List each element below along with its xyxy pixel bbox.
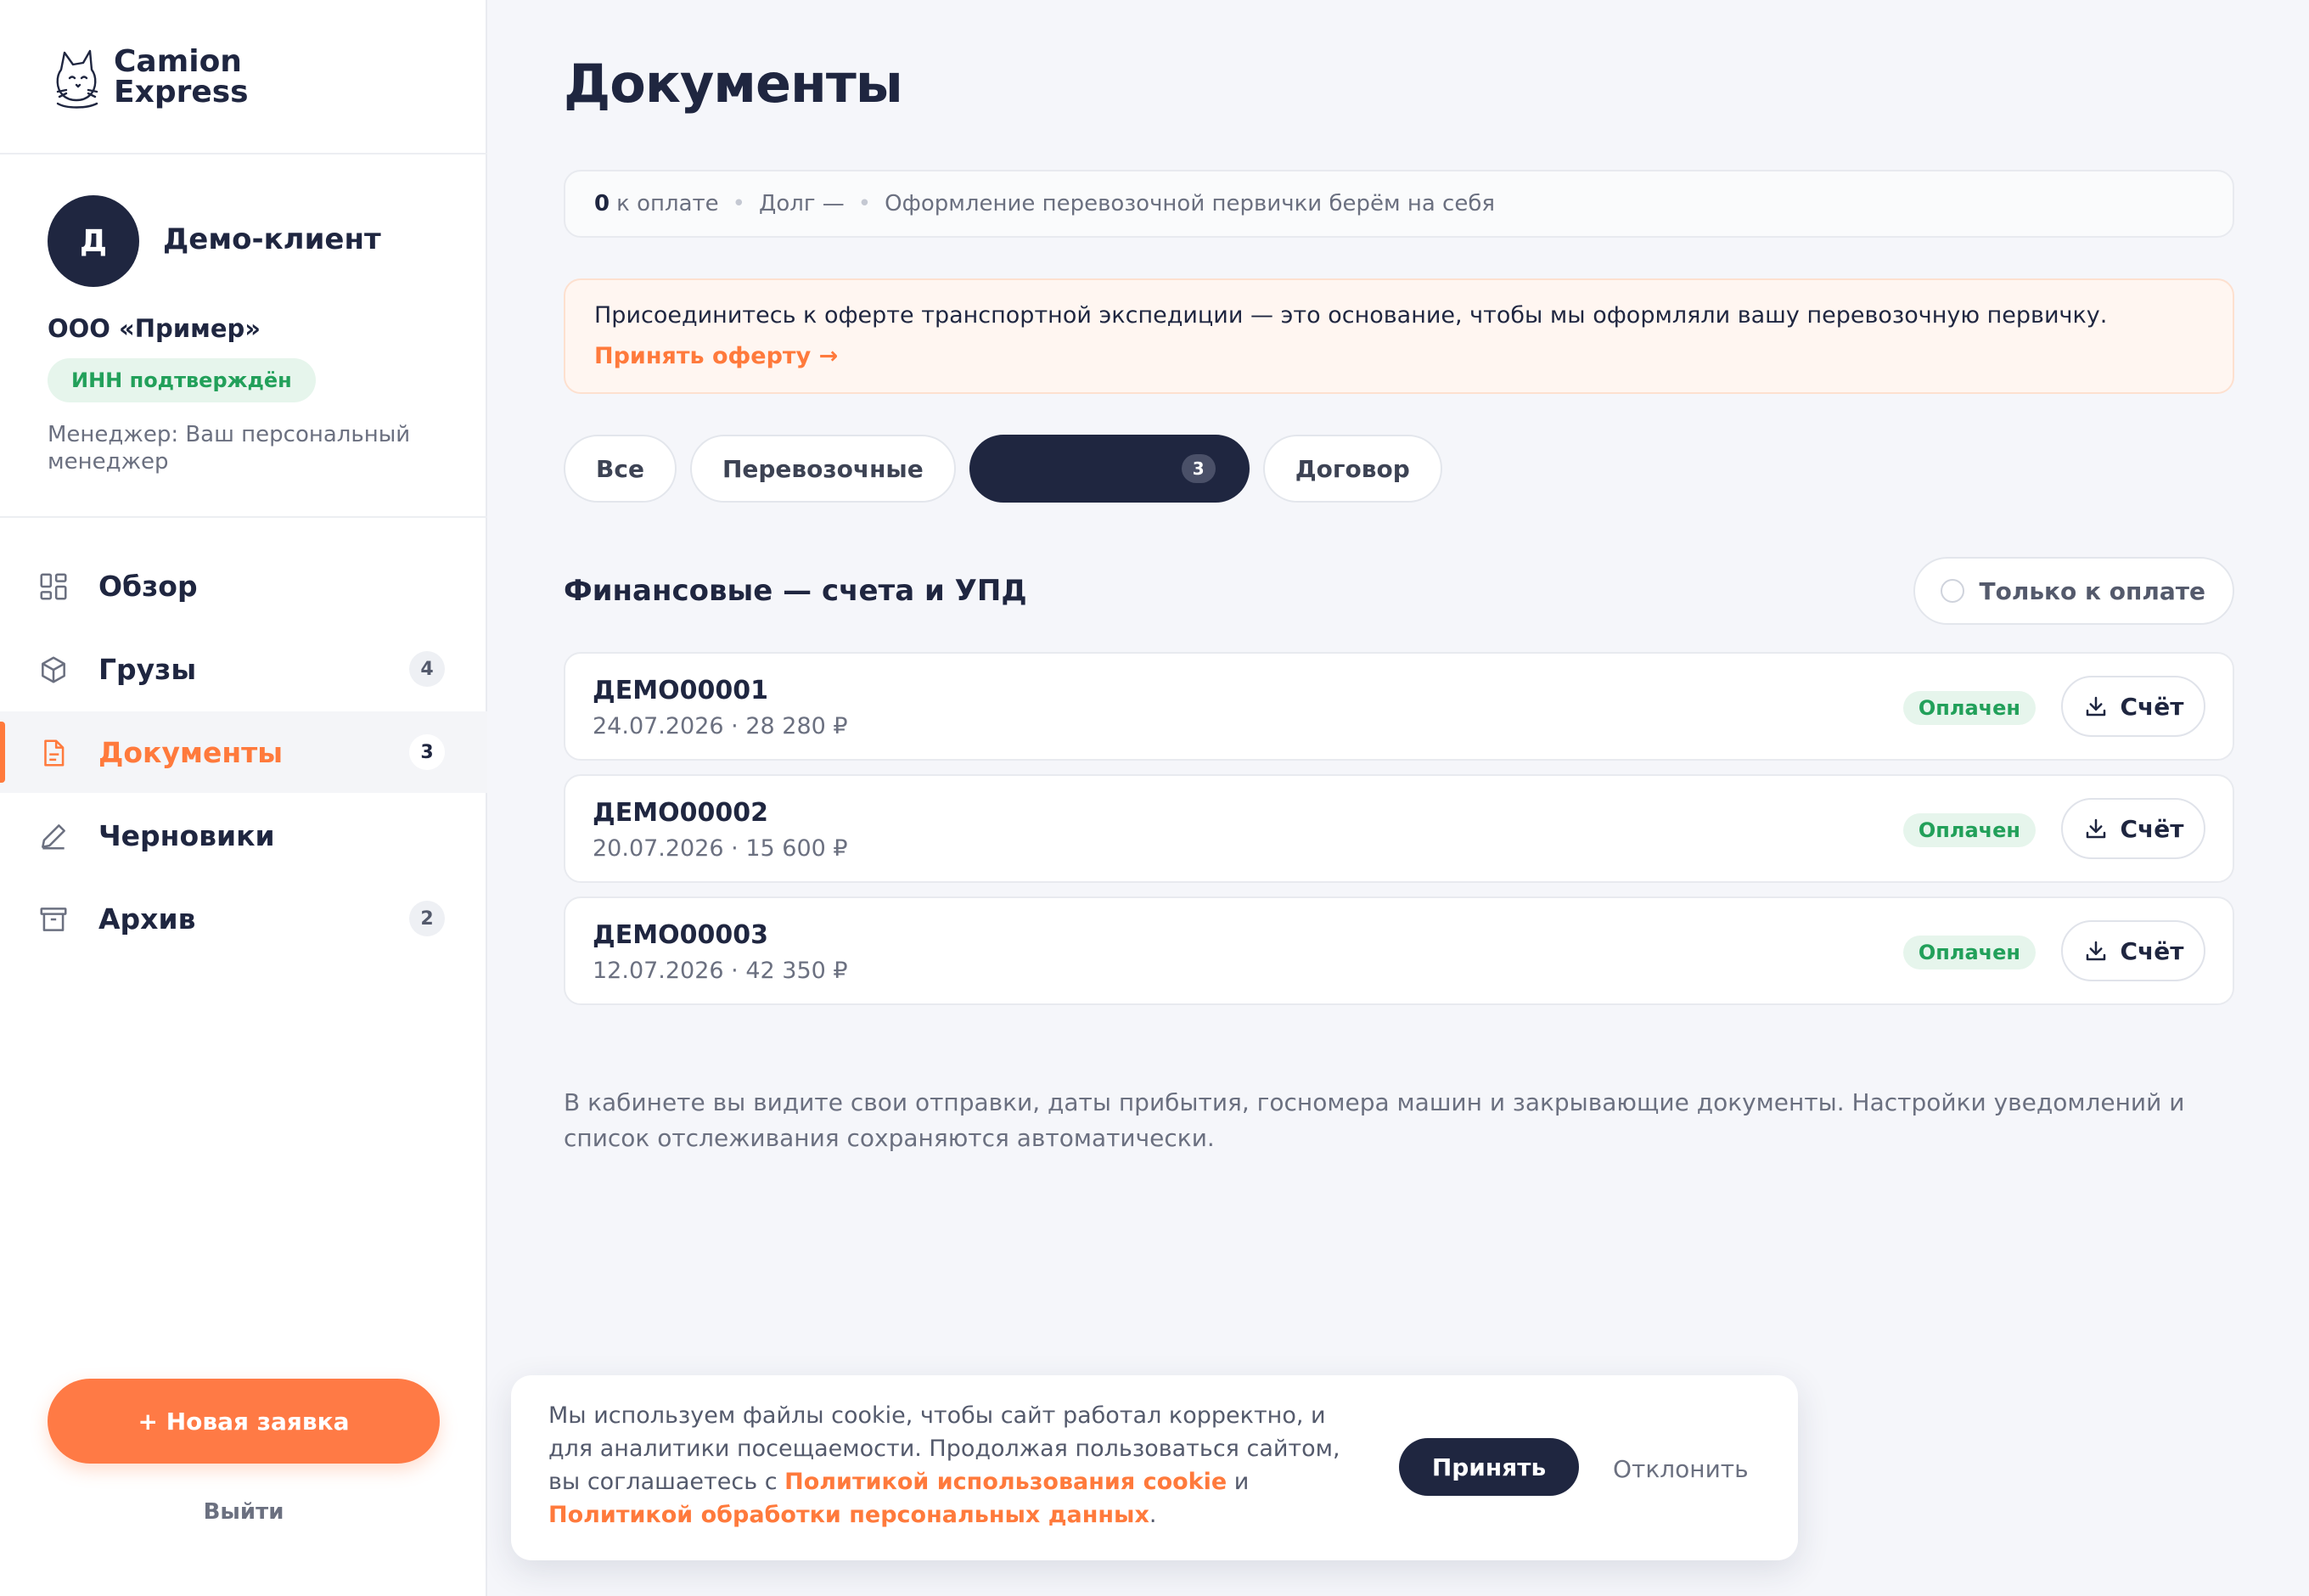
- new-request-button[interactable]: + Новая заявка: [48, 1379, 440, 1464]
- download-icon: [2086, 941, 2105, 961]
- download-invoice-button[interactable]: Счёт: [2061, 676, 2205, 737]
- to-pay-label: к оплате: [616, 191, 719, 216]
- sidebar-item-label: Черновики: [98, 818, 275, 852]
- download-invoice-button[interactable]: Счёт: [2061, 798, 2205, 859]
- debt-label: Долг —: [759, 191, 845, 216]
- brand-name: Camion Express: [114, 47, 249, 108]
- to-pay-value: 0: [594, 191, 610, 216]
- notice-text: Присоединитесь к оферте транспортной экс…: [594, 302, 2108, 329]
- tab-financial[interactable]: 3: [969, 435, 1250, 503]
- document-icon: [44, 739, 65, 767]
- cookie-text-period: .: [1149, 1502, 1157, 1528]
- sidebar-nav: Обзор Грузы 4 Документы 3 Черновики Архи…: [0, 545, 487, 961]
- tab-transport[interactable]: Перевозочные: [689, 435, 956, 503]
- document-row[interactable]: ДЕМО00002 20.07.2026 · 15 600 ₽ Оплачен …: [564, 774, 2234, 883]
- inn-status-badge: ИНН подтверждён: [48, 358, 316, 402]
- dashboard-icon: [40, 573, 67, 600]
- company-name: ООО «Пример»: [48, 314, 261, 343]
- pencil-icon: [42, 824, 65, 850]
- sidebar-item-archive[interactable]: Архив 2: [0, 878, 487, 959]
- document-id: ДЕМО00002: [593, 798, 768, 828]
- cookie-banner: Мы используем файлы cookie, чтобы сайт р…: [511, 1375, 1798, 1560]
- cookie-text-and: и: [1227, 1469, 1250, 1495]
- sidebar-item-label: Обзор: [98, 569, 198, 603]
- status-badge: Оплачен: [1902, 813, 2036, 847]
- separator-dot: •: [857, 191, 872, 216]
- sidebar-divider: [0, 516, 487, 518]
- client-name: Демо-клиент: [163, 222, 381, 256]
- download-icon: [2086, 818, 2105, 839]
- summary-note: Оформление перевозочной первички берём н…: [885, 191, 1496, 216]
- document-meta: 24.07.2026 · 28 280 ₽: [593, 713, 848, 739]
- document-tabs: Все Перевозочные 3 Договор: [564, 435, 1456, 503]
- lynx-logo-icon: [56, 49, 98, 109]
- sidebar-item-label: Документы: [98, 735, 284, 769]
- sidebar-item-drafts[interactable]: Черновики: [0, 795, 487, 876]
- tab-count-badge: 3: [1181, 454, 1216, 483]
- document-row[interactable]: ДЕМО00003 12.07.2026 · 42 350 ₽ Оплачен …: [564, 896, 2234, 1005]
- filter-label: Только к оплате: [1979, 576, 2206, 605]
- cookie-policy-link[interactable]: Политикой использования cookie: [784, 1469, 1227, 1495]
- sidebar-divider: [0, 153, 487, 155]
- unpaid-only-toggle[interactable]: Только к оплате: [1913, 557, 2234, 625]
- manager-info: Менеджер: Ваш персональный менеджер: [48, 422, 411, 475]
- sidebar-item-cargo[interactable]: Грузы 4: [0, 628, 487, 710]
- document-id: ДЕМО00003: [593, 920, 768, 950]
- tab-contract[interactable]: Договор: [1262, 435, 1442, 503]
- sidebar-item-overview[interactable]: Обзор: [0, 545, 487, 627]
- status-badge: Оплачен: [1902, 936, 2036, 969]
- privacy-policy-link[interactable]: Политикой обработки персональных данных: [548, 1502, 1149, 1528]
- decline-cookies-button[interactable]: Отклонить: [1613, 1455, 1749, 1483]
- brand-line-2: Express: [114, 75, 249, 110]
- sidebar-item-label: Архив: [98, 902, 196, 936]
- brand-line-1: Camion: [114, 44, 242, 79]
- download-icon: [2086, 696, 2105, 717]
- brand-logo[interactable]: Camion Express: [49, 44, 249, 110]
- document-meta: 12.07.2026 · 42 350 ₽: [593, 958, 848, 984]
- sidebar-item-documents[interactable]: Документы 3: [0, 711, 487, 793]
- sidebar: Camion Express Д Демо-клиент ООО «Пример…: [0, 0, 487, 1596]
- box-icon: [42, 656, 65, 683]
- document-meta: 20.07.2026 · 15 600 ₽: [593, 835, 848, 862]
- page-title: Документы: [564, 53, 903, 115]
- footnote: В кабинете вы видите свои отправки, даты…: [564, 1088, 2185, 1152]
- accept-cookies-button[interactable]: Принять: [1399, 1438, 1579, 1496]
- logout-link[interactable]: Выйти: [0, 1499, 487, 1525]
- count-badge: 4: [409, 651, 445, 687]
- button-label: Счёт: [2120, 692, 2184, 721]
- document-list: ДЕМО00001 24.07.2026 · 28 280 ₽ Оплачен …: [564, 652, 2234, 1019]
- count-badge: 3: [409, 734, 445, 770]
- section-title: Финансовые — счета и УПД: [564, 574, 1027, 608]
- radio-icon: [1940, 579, 1964, 603]
- count-badge: 2: [409, 901, 445, 936]
- separator-dot: •: [732, 191, 746, 216]
- status-badge: Оплачен: [1902, 691, 2036, 725]
- document-row[interactable]: ДЕМО00001 24.07.2026 · 28 280 ₽ Оплачен …: [564, 652, 2234, 761]
- tab-all[interactable]: Все: [564, 435, 677, 503]
- cookie-text: Мы используем файлы cookie, чтобы сайт р…: [548, 1399, 1363, 1531]
- document-id: ДЕМО00001: [593, 676, 768, 705]
- button-label: Счёт: [2120, 814, 2184, 843]
- payment-summary: 0 к оплате • Долг — • Оформление перевоз…: [564, 170, 2234, 238]
- avatar: Д: [48, 195, 139, 287]
- button-label: Счёт: [2120, 936, 2184, 965]
- accept-offer-link[interactable]: Принять оферту →: [594, 343, 838, 369]
- archive-icon: [40, 908, 67, 931]
- sidebar-item-label: Грузы: [98, 652, 197, 686]
- download-invoice-button[interactable]: Счёт: [2061, 920, 2205, 981]
- offer-notice: Присоединитесь к оферте транспортной экс…: [564, 278, 2234, 394]
